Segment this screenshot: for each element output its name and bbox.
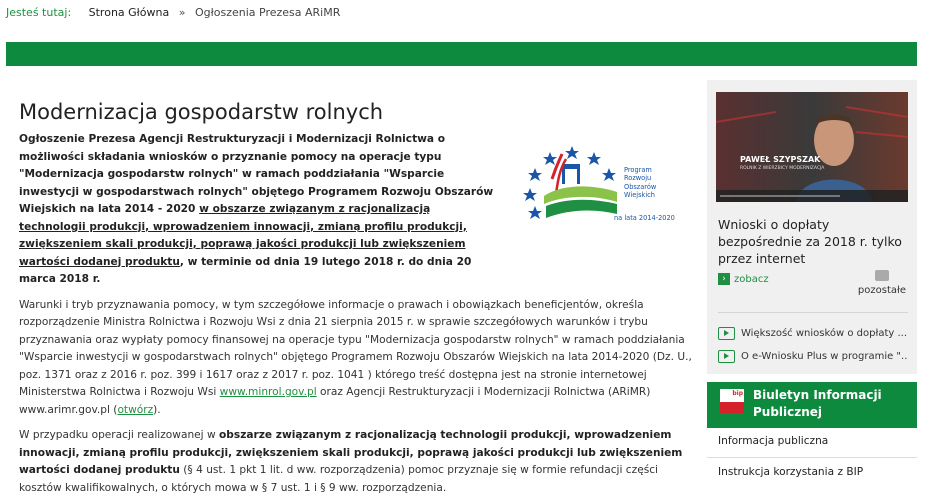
video-list-item[interactable]: O e-Wniosku Plus w programie "... xyxy=(718,345,908,368)
chevron-right-icon: › xyxy=(718,273,730,285)
page-title: Modernizacja gospodarstw rolnych xyxy=(19,100,384,124)
bip-banner[interactable]: bip Biuletyn Informacji Publicznej xyxy=(707,382,917,428)
breadcrumb-home-link[interactable]: Strona Główna xyxy=(89,6,170,19)
side-link-bip-instructions[interactable]: Instrukcja korzystania z BIP xyxy=(718,466,863,478)
breadcrumb: Jesteś tutaj: Strona Główna » Ogłoszenia… xyxy=(6,6,340,19)
video-title[interactable]: Wnioski o dopłaty bezpośrednie za 2018 r… xyxy=(718,216,910,267)
breadcrumb-current: Ogłoszenia Prezesa ARiMR xyxy=(194,6,341,19)
side-divider xyxy=(707,457,917,458)
prow-logo-years: na lata 2014-2020 xyxy=(614,214,675,222)
play-icon xyxy=(718,350,735,363)
video-list-item[interactable]: Większość wniosków o dopłaty ... xyxy=(718,322,908,345)
article-paragraph-2: W przypadku operacji realizowanej w obsz… xyxy=(19,429,683,494)
article-lead: Ogłoszenie Prezesa Agencji Restrukturyza… xyxy=(19,131,497,289)
play-icon xyxy=(718,327,735,340)
prow-logo: Program Rozwoju Obszarów Wiejskich na la… xyxy=(522,144,682,224)
side-link-public-info[interactable]: Informacja publiczna xyxy=(718,435,828,447)
video-caption-role: ROLNIK Z WIERZBICY MODERNIZACJA xyxy=(740,166,825,171)
otworz-link[interactable]: otwórz xyxy=(117,404,153,416)
prow-emblem-icon xyxy=(523,146,617,219)
video-caption-name: PAWEŁ SZYPSZAK xyxy=(740,155,821,164)
article-paragraph-1: Warunki i tryb przyznawania pomocy, w ty… xyxy=(19,298,692,416)
video-others-link[interactable]: pozostałe xyxy=(858,270,906,296)
breadcrumb-separator: » xyxy=(178,6,186,19)
video-list: Większość wniosków o dopłaty ... O e-Wni… xyxy=(718,322,908,368)
speech-bubble-icon xyxy=(874,270,889,281)
prow-logo-text: Program Rozwoju Obszarów Wiejskich xyxy=(624,166,657,199)
article: Modernizacja gospodarstw rolnych Ogłosze… xyxy=(19,100,692,497)
video-thumbnail[interactable]: PAWEŁ SZYPSZAK ROLNIK Z WIERZBICY MODERN… xyxy=(716,92,908,202)
video-box: PAWEŁ SZYPSZAK ROLNIK Z WIERZBICY MODERN… xyxy=(707,80,917,374)
video-watch-link[interactable]: › zobacz xyxy=(718,273,769,285)
bip-flag-icon: bip xyxy=(720,389,744,413)
green-banner-bar xyxy=(6,42,917,66)
video-thumbnail-image xyxy=(716,92,908,202)
minrol-link[interactable]: www.minrol.gov.pl xyxy=(220,386,317,398)
bip-title: Biuletyn Informacji Publicznej xyxy=(753,388,882,419)
video-divider xyxy=(718,312,908,313)
breadcrumb-label: Jesteś tutaj: xyxy=(6,6,72,19)
